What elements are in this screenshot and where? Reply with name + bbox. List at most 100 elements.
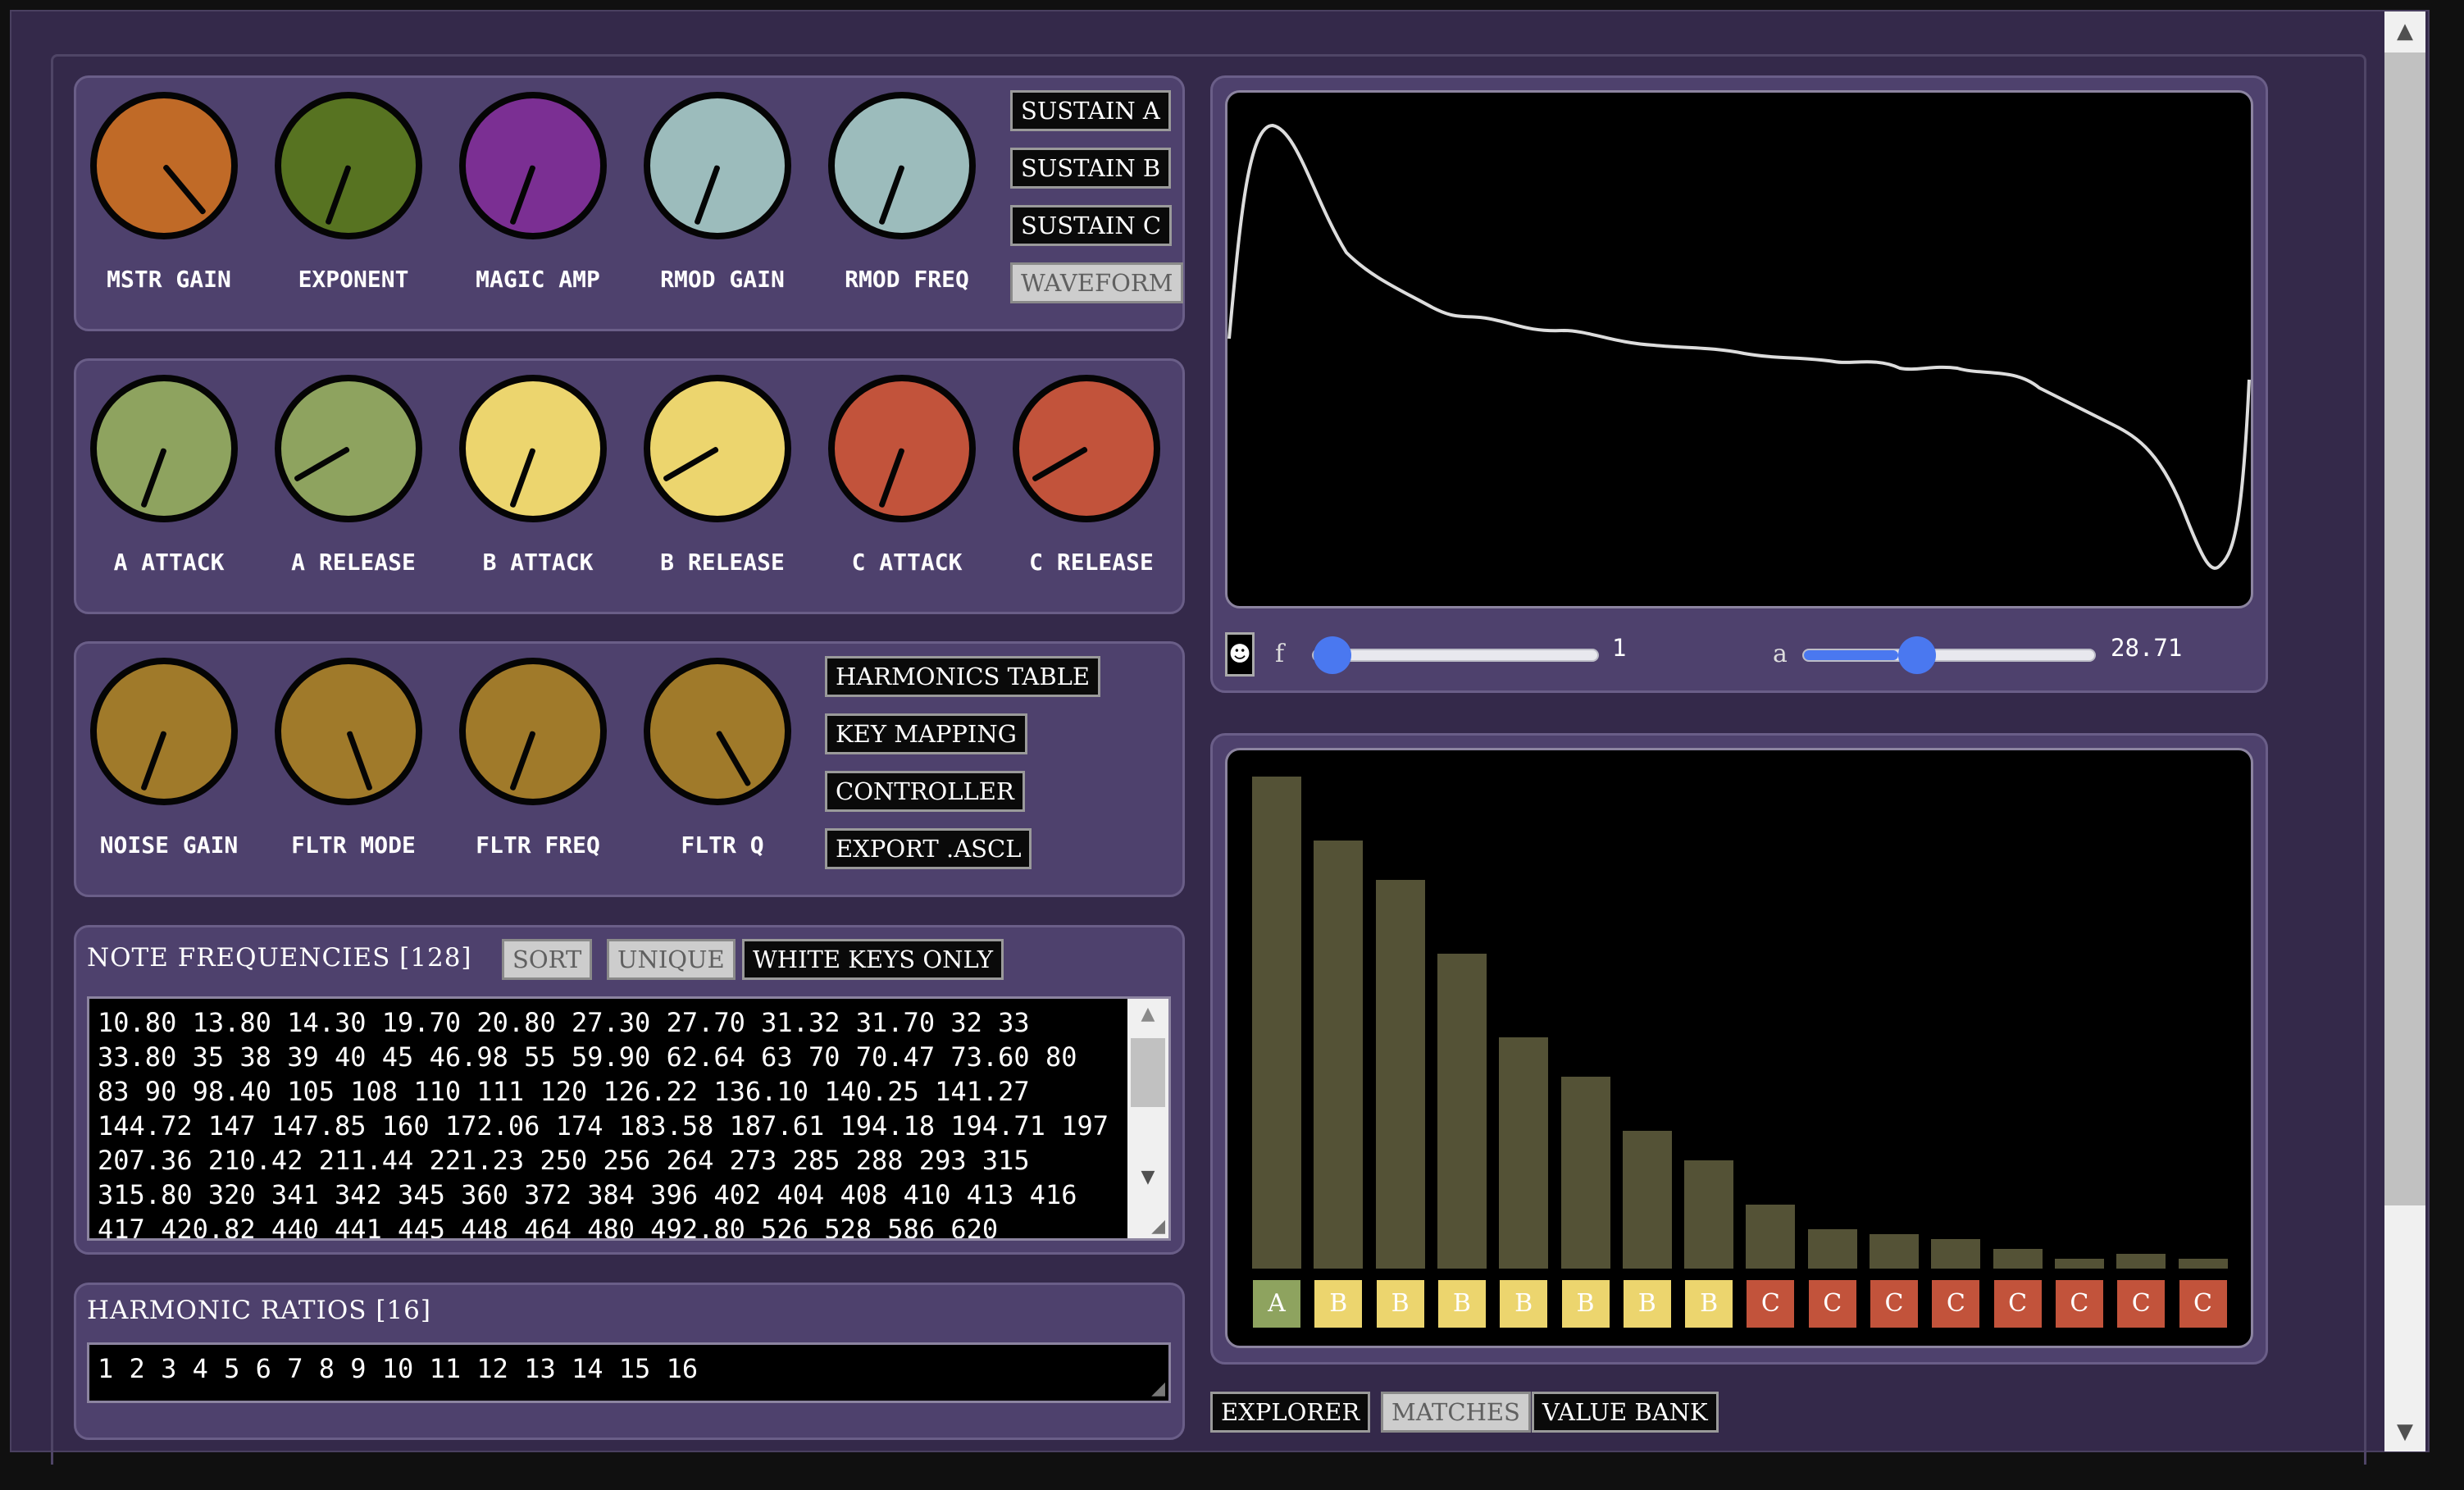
harmonic-key-b[interactable]: B: [1376, 1280, 1424, 1328]
harmonic-key-a[interactable]: A: [1253, 1280, 1300, 1328]
knob-fltr-freq[interactable]: [459, 658, 607, 805]
envelope-knobs-panel: [74, 358, 1185, 614]
knob-rmod-gain[interactable]: [644, 92, 791, 239]
knob-label: FLTR MODE: [291, 832, 416, 859]
harmonic-key-c[interactable]: C: [1870, 1280, 1918, 1328]
harmonic-bar[interactable]: [1499, 1037, 1549, 1269]
harmonic-key-c[interactable]: C: [1993, 1280, 2042, 1328]
harmonics-chart: ABBBBBBBCCCCCCCC: [1225, 748, 2253, 1348]
knob-exponent[interactable]: [275, 92, 422, 239]
knob-indicator: [345, 730, 373, 791]
harmonic-ratios-title: HARMONIC RATIOS [16]: [87, 1296, 431, 1325]
harmonic-ratios-textarea[interactable]: 1 2 3 4 5 6 7 8 9 10 11 12 13 14 15 16 ◢: [87, 1342, 1171, 1403]
resize-grip-icon[interactable]: ◢: [1151, 1216, 1165, 1237]
sustain-a-button[interactable]: SUSTAIN A: [1010, 90, 1171, 131]
knob-b-release[interactable]: [644, 375, 791, 522]
harmonic-key-c[interactable]: C: [1932, 1280, 1980, 1328]
knob-mstr-gain[interactable]: [90, 92, 238, 239]
knob-a-attack[interactable]: [90, 375, 238, 522]
harmonic-bar[interactable]: [1437, 954, 1487, 1269]
knob-b-attack[interactable]: [459, 375, 607, 522]
window-scrollbar[interactable]: ▲ ▼: [2384, 11, 2425, 1451]
harmonic-ratios-text: 1 2 3 4 5 6 7 8 9 10 11 12 13 14 15 16: [98, 1353, 699, 1384]
reset-button[interactable]: ☻: [1225, 632, 1255, 677]
harmonic-bar[interactable]: [1684, 1160, 1734, 1269]
f-slider-thumb[interactable]: [1314, 636, 1351, 674]
knob-label: MAGIC AMP: [476, 266, 600, 293]
harmonic-key-b[interactable]: B: [1623, 1280, 1671, 1328]
unique-button[interactable]: UNIQUE: [607, 939, 736, 980]
knob-indicator: [162, 163, 207, 216]
knob-c-release[interactable]: [1013, 375, 1160, 522]
scroll-down-icon[interactable]: ▼: [2384, 1415, 2425, 1448]
explorer-button[interactable]: EXPLORER: [1210, 1392, 1371, 1433]
harmonics-table-button[interactable]: HARMONICS TABLE: [825, 656, 1101, 697]
a-slider-thumb[interactable]: [1897, 636, 1936, 674]
harmonic-bar[interactable]: [1993, 1249, 2043, 1269]
knob-indicator: [139, 447, 167, 508]
knob-label: RMOD GAIN: [660, 266, 785, 293]
knob-indicator: [508, 164, 536, 226]
harmonic-key-c[interactable]: C: [2179, 1280, 2227, 1328]
knob-label: B RELEASE: [660, 549, 785, 576]
harmonic-bar[interactable]: [2054, 1259, 2104, 1269]
knob-rmod-freq[interactable]: [828, 92, 976, 239]
harmonic-bar[interactable]: [1622, 1131, 1672, 1269]
harmonic-bar[interactable]: [1252, 777, 1301, 1269]
harmonic-bar[interactable]: [1870, 1234, 1919, 1269]
harmonic-bar[interactable]: [1375, 880, 1425, 1269]
value-bank-button[interactable]: VALUE BANK: [1532, 1392, 1719, 1433]
a-slider-fill: [1804, 650, 1898, 660]
harmonic-key-b[interactable]: B: [1437, 1280, 1486, 1328]
knob-label: B ATTACK: [482, 549, 594, 576]
textarea-scroll-down-icon[interactable]: ▼: [1127, 1167, 1168, 1187]
knob-label: EXPONENT: [298, 266, 409, 293]
harmonic-bar[interactable]: [1807, 1229, 1857, 1269]
harmonic-key-b[interactable]: B: [1500, 1280, 1548, 1328]
harmonic-bar[interactable]: [1931, 1239, 1981, 1269]
textarea-scroll-thumb[interactable]: [1131, 1038, 1165, 1107]
harmonic-key-c[interactable]: C: [1747, 1280, 1795, 1328]
resize-grip-icon[interactable]: ◢: [1151, 1378, 1165, 1399]
harmonic-key-c[interactable]: C: [2055, 1280, 2103, 1328]
textarea-scrollbar[interactable]: ▲ ▼ ◢: [1127, 999, 1168, 1238]
knob-label: FLTR Q: [681, 832, 764, 859]
key-mapping-button[interactable]: KEY MAPPING: [825, 713, 1027, 754]
harmonic-key-c[interactable]: C: [1808, 1280, 1856, 1328]
white-keys-only-button[interactable]: WHITE KEYS ONLY: [742, 939, 1004, 980]
harmonic-key-b[interactable]: B: [1561, 1280, 1610, 1328]
sustain-c-button[interactable]: SUSTAIN C: [1010, 205, 1173, 246]
harmonic-bar[interactable]: [2116, 1254, 2166, 1269]
knob-a-release[interactable]: [275, 375, 422, 522]
matches-button[interactable]: MATCHES: [1381, 1392, 1531, 1433]
knob-indicator: [693, 164, 721, 226]
export-ascl-button[interactable]: EXPORT .ASCL: [825, 828, 1032, 869]
harmonic-bar[interactable]: [1746, 1205, 1796, 1269]
waveform-button[interactable]: WAVEFORM: [1010, 262, 1184, 303]
knob-fltr-q[interactable]: [644, 658, 791, 805]
waveform-display: [1225, 90, 2253, 608]
harmonic-bar[interactable]: [1560, 1077, 1610, 1269]
waveform-curve: [1227, 123, 2251, 570]
harmonic-key-b[interactable]: B: [1685, 1280, 1733, 1328]
controller-button[interactable]: CONTROLLER: [825, 771, 1025, 812]
harmonic-bar[interactable]: [1314, 841, 1364, 1269]
scroll-up-icon[interactable]: ▲: [2384, 15, 2425, 48]
f-slider[interactable]: [1312, 636, 1599, 674]
knob-indicator: [662, 445, 719, 483]
textarea-scroll-up-icon[interactable]: ▲: [1127, 1004, 1168, 1024]
sustain-b-button[interactable]: SUSTAIN B: [1010, 148, 1172, 189]
knob-magic-amp[interactable]: [459, 92, 607, 239]
a-slider[interactable]: [1802, 636, 2096, 674]
knob-indicator: [1031, 445, 1088, 483]
a-label: a: [1773, 640, 1788, 668]
harmonic-bar[interactable]: [2178, 1259, 2228, 1269]
note-frequencies-textarea[interactable]: 10.80 13.80 14.30 19.70 20.80 27.30 27.7…: [87, 996, 1171, 1241]
knob-c-attack[interactable]: [828, 375, 976, 522]
knob-fltr-mode[interactable]: [275, 658, 422, 805]
window-scroll-thumb[interactable]: [2384, 52, 2425, 1205]
harmonic-key-b[interactable]: B: [1314, 1280, 1363, 1328]
sort-button[interactable]: SORT: [502, 939, 593, 980]
harmonic-key-c[interactable]: C: [2117, 1280, 2166, 1328]
knob-noise-gain[interactable]: [90, 658, 238, 805]
